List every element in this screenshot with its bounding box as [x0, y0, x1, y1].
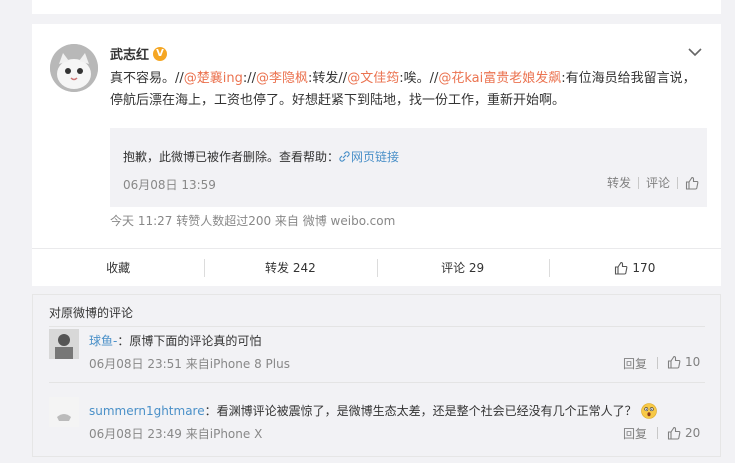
verified-icon: V	[153, 46, 168, 61]
comment-like-button[interactable]: 20	[667, 426, 700, 440]
deleted-notice: 抱歉，此微博已被作者删除。查看帮助： 网页链接	[123, 148, 399, 165]
thumbs-up-icon	[615, 261, 628, 275]
comment-text: ：看渊博评论被震惊了，是微博生态太差，还是整个社会已经没有几个正常人了？	[204, 404, 637, 418]
comment-avatar[interactable]	[49, 397, 79, 427]
repost-forward-button[interactable]: 转发	[607, 174, 631, 191]
divider	[677, 176, 678, 189]
previous-card-edge	[32, 0, 721, 14]
like-count: 170	[632, 260, 656, 275]
divider	[657, 427, 658, 439]
comments-title: 对原微博的评论	[49, 306, 134, 320]
mention-link[interactable]: @李隐枫	[256, 71, 308, 86]
collect-label: 收藏	[106, 261, 131, 275]
divider	[49, 382, 705, 383]
comment-like-count: 10	[685, 355, 701, 369]
post-text-segment: //	[247, 71, 257, 86]
forward-button[interactable]: 转发 242	[204, 249, 376, 286]
shocked-emoji-icon	[640, 402, 657, 419]
reply-button[interactable]: 回复	[623, 355, 647, 372]
action-bar: 收藏 转发 242 评论 29 170	[32, 248, 721, 286]
post-text-segment: :转发//	[308, 71, 348, 86]
repost-actions: 转发 评论	[607, 174, 699, 191]
divider	[637, 176, 639, 189]
author-avatar[interactable]	[50, 44, 98, 92]
chevron-down-icon[interactable]	[688, 46, 702, 58]
post-meta: 今天 11:27 转赞人数超过200 来自 微博 weibo.com	[110, 214, 396, 228]
mention-link[interactable]: @楚襄ing	[184, 71, 243, 86]
thumbs-up-icon	[667, 355, 681, 369]
comment-user[interactable]: 球鱼-	[89, 332, 117, 349]
comment-like-button[interactable]: 10	[667, 355, 700, 369]
comment-user[interactable]: summern1ghtmare	[89, 404, 205, 418]
post-text-segment: 真不容易。//	[110, 71, 184, 86]
comment-text: ：原博下面的评论真的可怕	[117, 334, 262, 348]
comment-avatar[interactable]	[49, 329, 79, 359]
weibo-card: 武志红 V 真不容易。//@楚襄ing://@李隐枫:转发//@文佳筠:唉。//…	[32, 24, 721, 286]
comment-line: 球鱼- ：原博下面的评论真的可怕	[89, 332, 261, 349]
divider	[49, 326, 705, 327]
mention-link[interactable]: @花kai富贵老娘发飙	[438, 71, 561, 86]
link-icon	[339, 151, 350, 162]
repost-time[interactable]: 06月08日 13:59	[123, 176, 216, 193]
author-row: 武志红 V	[110, 44, 168, 63]
comment-label: 评论 29	[441, 261, 485, 275]
thumbs-up-icon[interactable]	[685, 176, 699, 190]
web-link-label[interactable]: 网页链接	[351, 150, 399, 164]
collect-button[interactable]: 收藏	[32, 249, 204, 286]
comment-meta: 06月08日 23:51 来自iPhone 8 Plus	[89, 357, 290, 371]
comment-line: summern1ghtmare ：看渊博评论被震惊了，是微博生态太差，还是整个社会…	[89, 402, 657, 419]
comments-panel: 对原微博的评论 球鱼- ：原博下面的评论真的可怕 06月08日 23:51 来自i…	[32, 294, 721, 457]
divider	[657, 357, 658, 369]
author-name[interactable]: 武志红	[110, 44, 149, 63]
mention-link[interactable]: @文佳筠	[347, 71, 399, 86]
comment-meta: 06月08日 23:49 来自iPhone X	[89, 427, 263, 441]
repost-box: 抱歉，此微博已被作者删除。查看帮助： 网页链接 06月08日 13:59 转发 评…	[110, 128, 707, 207]
forward-label: 转发 242	[265, 261, 316, 275]
post-text-segment: :唉。//	[399, 71, 439, 86]
post-text: 真不容易。//@楚襄ing://@李隐枫:转发//@文佳筠:唉。//@花kai富…	[110, 68, 708, 112]
thumbs-up-icon	[667, 426, 681, 440]
deleted-message: 抱歉，此微博已被作者删除。查看帮助：	[123, 150, 340, 164]
like-button[interactable]: 170	[548, 249, 721, 286]
web-link[interactable]: 网页链接	[339, 150, 399, 164]
comment-button[interactable]: 评论 29	[376, 249, 549, 286]
comment-like-count: 20	[685, 426, 701, 440]
reply-button[interactable]: 回复	[623, 425, 647, 442]
repost-comment-button[interactable]: 评论	[646, 174, 670, 191]
